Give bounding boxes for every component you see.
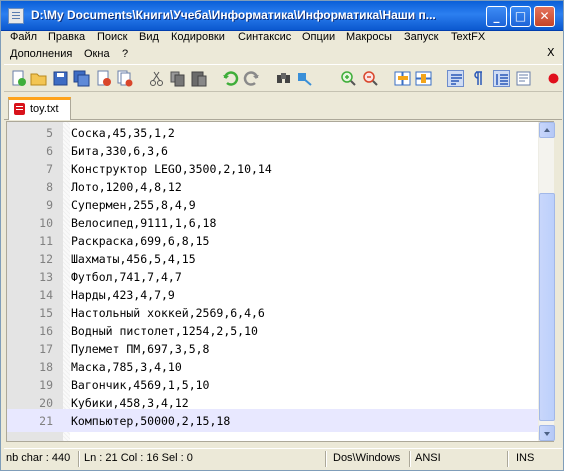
line-text[interactable]: Конструктор LEGO,3500,2,10,14 xyxy=(71,162,272,176)
maximize-button[interactable]: □ xyxy=(510,6,531,27)
line-text[interactable]: Лото,1200,4,8,12 xyxy=(71,180,182,194)
paste-icon[interactable] xyxy=(190,70,207,87)
line-text[interactable]: Нарды,423,4,7,9 xyxy=(71,288,175,302)
menu-macros[interactable]: Макросы xyxy=(346,31,392,43)
find-icon[interactable] xyxy=(275,70,292,87)
line-number: 21 xyxy=(39,414,53,428)
line-number: 9 xyxy=(46,198,53,212)
vertical-scrollbar[interactable] xyxy=(538,122,555,441)
line-number: 13 xyxy=(39,270,53,284)
menu-file[interactable]: Файл xyxy=(10,31,37,43)
line-text[interactable]: Раскраска,699,6,8,15 xyxy=(71,234,209,248)
eol-format: Dos\Windows xyxy=(333,452,401,464)
line-text[interactable]: Водный пистолет,1254,2,5,10 xyxy=(71,324,258,338)
line-text[interactable]: Настольный хоккей,2569,6,4,6 xyxy=(71,306,265,320)
line-text[interactable]: Маска,785,3,4,10 xyxy=(71,360,182,374)
line-number: 19 xyxy=(39,378,53,392)
line-text[interactable]: Вагончик,4569,1,5,10 xyxy=(71,378,209,392)
minimize-button[interactable]: _ xyxy=(486,6,507,27)
editor-line[interactable]: 21 Компьютер,50000,2,15,18 xyxy=(7,409,538,432)
status-bar: nb char : 440 Ln : 21 Col : 16 Sel : 0 D… xyxy=(4,448,562,469)
close-icon[interactable] xyxy=(95,70,112,87)
line-text[interactable]: Футбол,741,7,4,7 xyxy=(71,270,182,284)
show-all-chars-icon[interactable] xyxy=(468,70,485,87)
menu-search[interactable]: Поиск xyxy=(97,31,127,43)
line-text[interactable]: Супермен,255,8,4,9 xyxy=(71,198,196,212)
line-number: 8 xyxy=(46,180,53,194)
scroll-down-button[interactable] xyxy=(539,425,555,441)
notepad-app-icon xyxy=(8,8,24,24)
status-separator xyxy=(409,451,410,467)
close-all-icon[interactable] xyxy=(116,70,133,87)
char-count: nb char : 440 xyxy=(6,452,71,464)
line-number: 7 xyxy=(46,162,53,176)
line-number: 16 xyxy=(39,324,53,338)
menu-options[interactable]: Опции xyxy=(302,31,335,43)
open-file-icon[interactable] xyxy=(30,70,47,87)
undo-icon[interactable] xyxy=(222,70,239,87)
insert-mode: INS xyxy=(516,452,535,464)
line-text[interactable]: Велосипед,9111,1,6,18 xyxy=(71,216,216,230)
line-text[interactable]: Соска,45,35,1,2 xyxy=(71,126,175,140)
line-text[interactable]: Бита,330,6,3,6 xyxy=(71,144,168,158)
line-number: 12 xyxy=(39,252,53,266)
menu-encoding[interactable]: Кодировки xyxy=(171,31,225,43)
line-number: 10 xyxy=(39,216,53,230)
replace-icon[interactable] xyxy=(296,70,313,87)
status-separator xyxy=(78,451,79,467)
line-text[interactable]: Пулемет ПМ,697,3,5,8 xyxy=(71,342,209,356)
status-separator xyxy=(507,451,508,467)
record-macro-icon[interactable] xyxy=(545,70,562,87)
sync-horizontal-icon[interactable] xyxy=(415,70,432,87)
encoding: ANSI xyxy=(415,452,441,464)
menu-edit[interactable]: Правка xyxy=(48,31,85,43)
line-number: 5 xyxy=(46,126,53,140)
copy-icon[interactable] xyxy=(169,70,186,87)
zoom-out-icon[interactable] xyxy=(362,70,379,87)
line-number: 14 xyxy=(39,288,53,302)
tab-label: toy.txt xyxy=(30,103,59,115)
menu-plugins[interactable]: Дополнения xyxy=(10,48,72,60)
cut-icon[interactable] xyxy=(148,70,165,87)
line-text[interactable]: Кубики,458,3,4,12 xyxy=(71,396,189,410)
window-title: D:\My Documents\Книги\Учеба\Информатика\… xyxy=(31,8,436,22)
editor-lines[interactable]: 5 Соска,45,35,1,2 6 Бита,330,6,3,6 7 Конструк… xyxy=(7,122,538,441)
line-text[interactable]: Компьютер,50000,2,15,18 xyxy=(71,414,230,428)
close-window-button[interactable]: ✕ xyxy=(534,6,555,27)
scroll-thumb[interactable] xyxy=(539,193,555,421)
word-wrap-icon[interactable] xyxy=(447,70,464,87)
notepad-plus-plus-window: D:\My Documents\Книги\Учеба\Информатика\… xyxy=(0,0,564,471)
text-editor[interactable]: 5 Соска,45,35,1,2 6 Бита,330,6,3,6 7 Конструк… xyxy=(6,121,555,442)
status-separator xyxy=(325,451,326,467)
line-text[interactable]: Шахматы,456,5,4,15 xyxy=(71,252,196,266)
new-file-icon[interactable] xyxy=(10,70,27,87)
line-number: 11 xyxy=(39,234,53,248)
menu-window[interactable]: Окна xyxy=(84,48,110,60)
line-number: 6 xyxy=(46,144,53,158)
menu-view[interactable]: Вид xyxy=(139,31,159,43)
save-all-icon[interactable] xyxy=(73,70,90,87)
indent-guide-icon[interactable] xyxy=(493,70,510,87)
line-number: 17 xyxy=(39,342,53,356)
redo-icon[interactable] xyxy=(243,70,260,87)
sync-vertical-icon[interactable] xyxy=(394,70,411,87)
menu-run[interactable]: Запуск xyxy=(404,31,438,43)
toolbar xyxy=(4,64,562,92)
line-number: 20 xyxy=(39,396,53,410)
menu-help[interactable]: ? xyxy=(122,48,128,60)
save-icon[interactable] xyxy=(52,70,69,87)
tab-bar: toy.txt xyxy=(4,93,562,120)
menu-textfx[interactable]: TextFX xyxy=(451,31,485,43)
close-document-button[interactable]: X xyxy=(547,46,555,59)
tab-toy-txt[interactable]: toy.txt xyxy=(8,97,71,120)
zoom-in-icon[interactable] xyxy=(340,70,357,87)
line-number: 18 xyxy=(39,360,53,374)
menu-bar: Файл Правка Поиск Вид Кодировки Синтакси… xyxy=(4,27,562,65)
menu-syntax[interactable]: Синтаксис xyxy=(238,31,291,43)
cursor-position: Ln : 21 Col : 16 Sel : 0 xyxy=(84,452,193,464)
doc-map-icon[interactable] xyxy=(515,70,532,87)
saved-file-icon xyxy=(14,103,25,115)
line-number: 15 xyxy=(39,306,53,320)
scroll-up-button[interactable] xyxy=(539,122,555,138)
